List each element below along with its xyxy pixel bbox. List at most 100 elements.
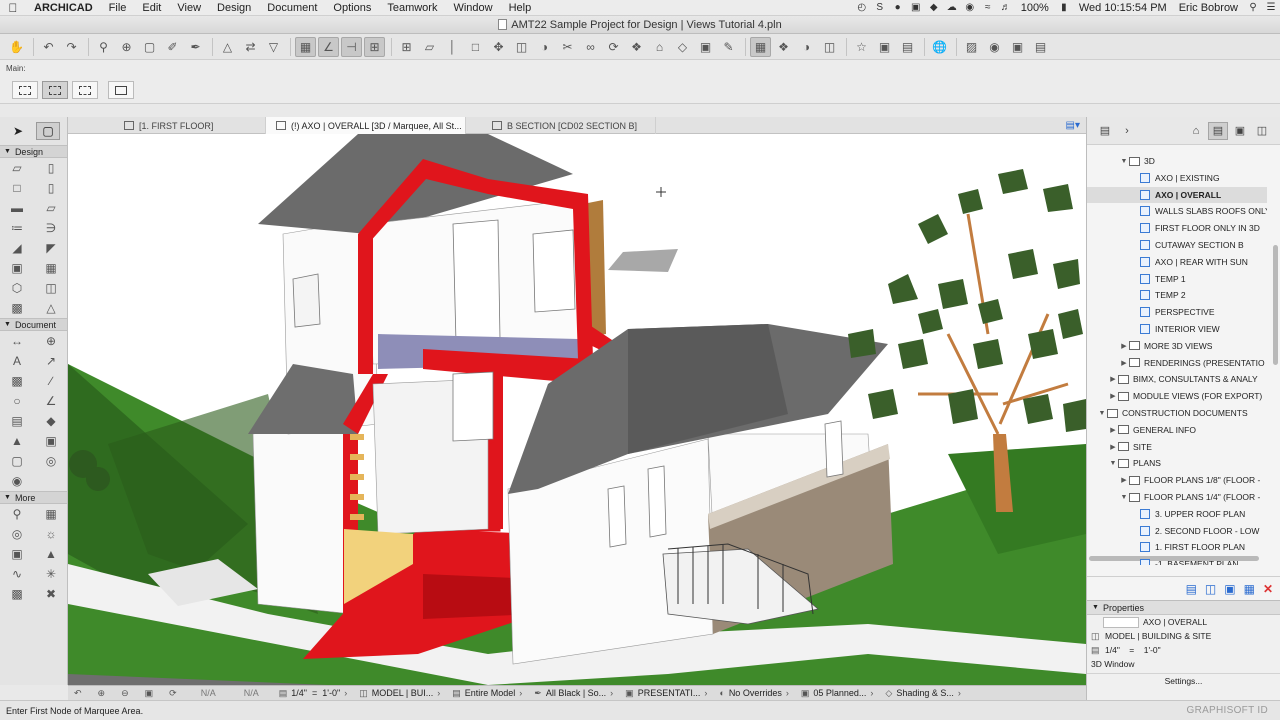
model-view-options-selector[interactable]: ▣PRESENTATI...›: [619, 688, 713, 699]
line-tool-icon[interactable]: ∕: [34, 371, 68, 391]
figure-tool-icon[interactable]: ▲: [34, 544, 68, 564]
display-icon[interactable]: ▣: [907, 2, 925, 13]
navigator-view-item[interactable]: 3. UPPER ROOF PLAN: [1087, 506, 1267, 522]
mic-icon[interactable]: ◉: [961, 2, 979, 13]
pan-hand-icon[interactable]: ✋: [6, 37, 27, 57]
element-info-icon[interactable]: ▣: [695, 37, 716, 57]
rotate-icon[interactable]: ⟳: [603, 37, 624, 57]
navigator-view-item[interactable]: WALLS SLABS ROOFS ONLY: [1087, 203, 1267, 219]
navigator-view-item[interactable]: 2. SECOND FLOOR - LOW: [1087, 523, 1267, 539]
slab-tool-icon[interactable]: ▱: [34, 198, 68, 218]
layer-combination-selector[interactable]: ◫MODEL | BUI...›: [353, 688, 446, 699]
navigator-popup-icon[interactable]: ▤: [1095, 122, 1115, 140]
book-icon[interactable]: ▤: [1030, 37, 1051, 57]
toolbox-section-document[interactable]: ▼Document: [0, 318, 67, 331]
lamp-tool-icon[interactable]: ⚲: [0, 504, 34, 524]
navigator-folder[interactable]: ▶FLOOR PLANS 1/8" (FLOOR -: [1087, 472, 1267, 488]
view-settings-icon[interactable]: ▦: [1244, 582, 1255, 596]
marquee-geometry-button[interactable]: [72, 81, 98, 99]
chevron-right-icon[interactable]: ›: [1117, 122, 1137, 140]
user-name[interactable]: Eric Bobrow: [1173, 2, 1244, 14]
battery-icon[interactable]: ▮: [1055, 2, 1073, 13]
detail-tool-icon[interactable]: ◎: [34, 451, 68, 471]
menu-options[interactable]: Options: [325, 2, 379, 14]
marquee-single-floor-button[interactable]: [12, 81, 38, 99]
link-icon[interactable]: ∞: [580, 37, 601, 57]
find-select-icon[interactable]: ⚲: [93, 37, 114, 57]
camera-tool-icon[interactable]: ▣: [0, 544, 34, 564]
redo-icon[interactable]: ↷: [61, 37, 82, 57]
navigator-view-item[interactable]: 1. FIRST FLOOR PLAN: [1087, 539, 1267, 555]
new-folder-icon[interactable]: ▤: [1186, 582, 1197, 596]
menu-help[interactable]: Help: [501, 2, 540, 14]
guideline-icon[interactable]: ⊣: [341, 37, 362, 57]
twisty-closed-icon[interactable]: ▶: [1119, 359, 1129, 367]
dropbox-icon[interactable]: ◆: [925, 2, 943, 13]
3d-style-icon[interactable]: ◫: [819, 37, 840, 57]
view-name-value[interactable]: AXO | OVERALL: [1143, 617, 1207, 627]
navigator-view-item[interactable]: AXO | EXISTING: [1087, 170, 1267, 186]
3d-viewport[interactable]: [68, 134, 1086, 685]
apple-menu-icon[interactable]: : [0, 1, 26, 15]
settings-button[interactable]: Settings...: [1087, 673, 1280, 687]
text-tool-icon[interactable]: A: [0, 351, 34, 371]
spotlight-search-icon[interactable]: ⚲: [1244, 2, 1262, 13]
trace-icon[interactable]: ◑: [534, 37, 555, 57]
orbit-button[interactable]: ⟳: [163, 688, 187, 699]
publish-icon[interactable]: ▣: [874, 37, 895, 57]
figure-image-tool-icon[interactable]: ▩: [0, 584, 34, 604]
navigator-folder[interactable]: ▼FLOOR PLANS 1/4" (FLOOR -: [1087, 489, 1267, 505]
save-view-icon[interactable]: ◫: [1205, 582, 1216, 596]
menu-view[interactable]: View: [169, 2, 209, 14]
scissors-icon[interactable]: ✂: [557, 37, 578, 57]
tree-vertical-scrollbar[interactable]: [1273, 245, 1278, 365]
navigator-folder[interactable]: ▼CONSTRUCTION DOCUMENTS: [1087, 405, 1267, 421]
drawing-tool-icon[interactable]: ▤: [0, 411, 34, 431]
wifi-icon[interactable]: ≈: [979, 2, 997, 13]
mirror-icon[interactable]: ⇄: [240, 37, 261, 57]
view-id-field[interactable]: [1103, 617, 1139, 628]
navigator-view-item[interactable]: AXO | OVERALL: [1087, 187, 1267, 203]
edit-selection-icon[interactable]: ✎: [718, 37, 739, 57]
marquee-3d-icon[interactable]: ▦: [750, 37, 771, 57]
angle-dimension-tool-icon[interactable]: ✖: [34, 584, 68, 604]
navigator-folder[interactable]: ▼PLANS: [1087, 455, 1267, 471]
layout-book-icon[interactable]: ▣: [1230, 122, 1250, 140]
fill-tool-icon[interactable]: ▩: [0, 371, 34, 391]
grid-icon[interactable]: ⊞: [396, 37, 417, 57]
window-tool-icon[interactable]: □: [0, 178, 34, 198]
eyedropper-icon[interactable]: ✐: [162, 37, 183, 57]
twisty-open-icon[interactable]: ▼: [1119, 494, 1129, 501]
angle-snap-icon[interactable]: ∠: [318, 37, 339, 57]
dimension-tool-icon[interactable]: ↔: [0, 331, 34, 351]
globe-icon[interactable]: 🌐: [929, 37, 950, 57]
curtain-wall-tool-icon[interactable]: ▦: [34, 258, 68, 278]
notification-center-icon[interactable]: ☰: [1262, 2, 1280, 13]
tab-list-icon[interactable]: ▤▾: [1066, 120, 1080, 131]
3d-style-selector[interactable]: ◇Shading & S...›: [879, 688, 966, 699]
fit-window-button[interactable]: ▣: [139, 688, 164, 699]
clock-sync-icon[interactable]: ◴: [853, 2, 871, 13]
tray-app-icon[interactable]: ●: [889, 2, 907, 13]
navigator-view-item[interactable]: AXO | REAR WITH SUN: [1087, 254, 1267, 270]
navigator-view-item[interactable]: FIRST FLOOR ONLY IN 3D: [1087, 220, 1267, 236]
graphisoft-id-link[interactable]: GRAPHISOFT ID: [1186, 705, 1280, 716]
arrow-up-icon[interactable]: △: [217, 37, 238, 57]
pen-set-selector[interactable]: ✒All Black | So...›: [528, 688, 619, 699]
zoom-in-icon[interactable]: ⊕: [116, 37, 137, 57]
radial-dimension-tool-icon[interactable]: ◎: [0, 524, 34, 544]
layer-combo-row[interactable]: ◫MODEL | BUILDING & SITE: [1087, 629, 1280, 643]
toolbox-section-more[interactable]: ▼More: [0, 491, 67, 504]
clone-folder-icon[interactable]: ▣: [1224, 582, 1235, 596]
skylight-tool-icon[interactable]: ▣: [0, 258, 34, 278]
publisher-icon[interactable]: ◫: [1252, 122, 1272, 140]
navigator-folder[interactable]: ▼3D: [1087, 153, 1267, 169]
navigator-view-item[interactable]: CUTAWAY SECTION B: [1087, 237, 1267, 253]
syringe-icon[interactable]: ✒: [185, 37, 206, 57]
level-dimension-tool-icon[interactable]: ⊕: [34, 331, 68, 351]
twisty-closed-icon[interactable]: ▶: [1108, 375, 1118, 383]
structure-display-selector[interactable]: ▤Entire Model›: [446, 688, 528, 699]
grid-element-tool-icon[interactable]: ▦: [34, 504, 68, 524]
3d-explore-icon[interactable]: ❖: [773, 37, 794, 57]
view-map-icon[interactable]: ▤: [1208, 122, 1228, 140]
